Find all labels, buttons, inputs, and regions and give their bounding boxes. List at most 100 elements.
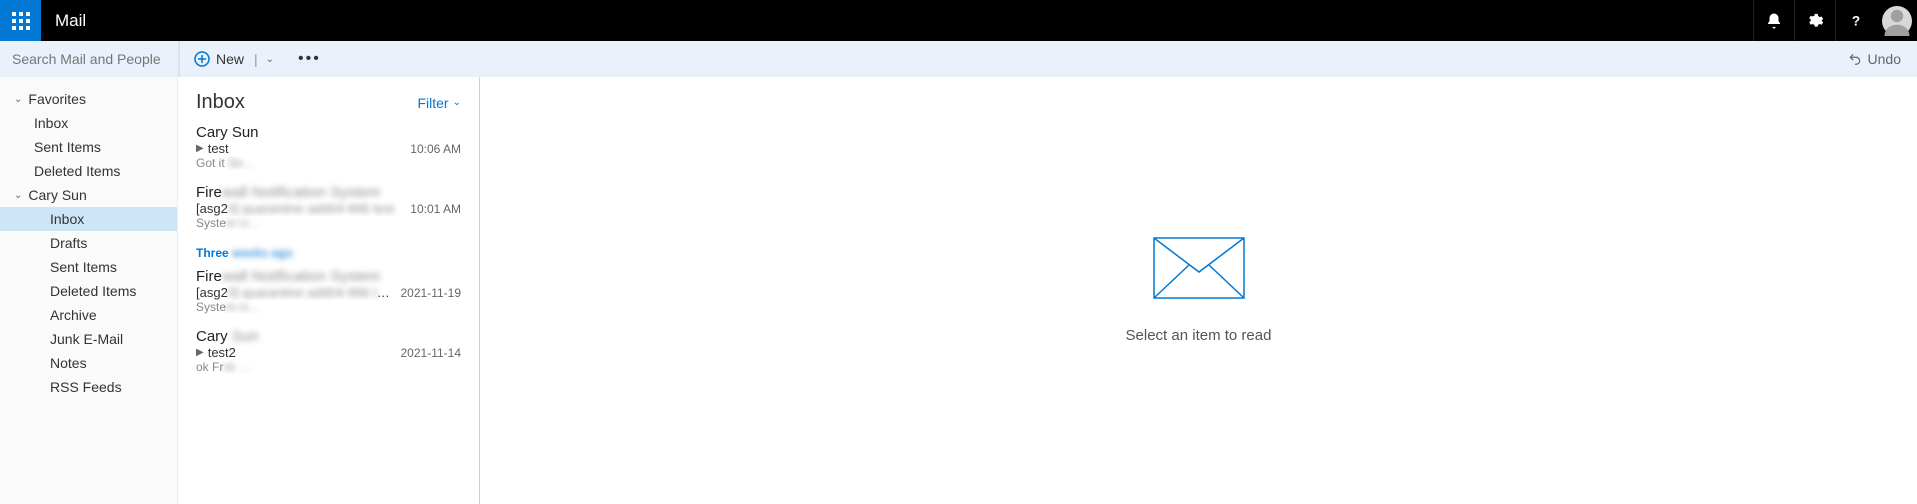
undo-icon <box>1848 52 1862 66</box>
message-item[interactable]: Cary Sun ▶ test 10:06 AM Got it Se… <box>178 118 479 178</box>
undo-button[interactable]: Undo <box>1848 51 1901 67</box>
nav-item-favorite[interactable]: Deleted Items <box>0 159 177 183</box>
message-list[interactable]: Cary Sun ▶ test 10:06 AM Got it Se… Fire… <box>178 114 479 504</box>
redacted-text: nt: … <box>223 360 252 374</box>
message-preview: Syste <box>196 300 226 314</box>
redacted-text: Se… <box>225 156 255 170</box>
nav-item-label: Sent Items <box>34 139 101 155</box>
app-title: Mail <box>55 11 86 31</box>
nav-item-label: Inbox <box>34 115 68 131</box>
message-from: Cary <box>196 328 228 345</box>
settings-button[interactable] <box>1794 0 1835 41</box>
app-launcher-button[interactable] <box>0 0 41 41</box>
nav-item-label: Inbox <box>50 211 84 227</box>
envelope-icon <box>1153 237 1245 299</box>
nav-item-label: RSS Feeds <box>50 379 122 395</box>
redacted-text: wall Notification System <box>222 184 380 201</box>
nav-item-favorite[interactable]: Inbox <box>0 111 177 135</box>
message-time: 10:01 AM <box>410 202 461 216</box>
chevron-down-icon: ⌄ <box>453 97 461 108</box>
account-button[interactable] <box>1876 0 1917 41</box>
message-time: 2021-11-14 <box>401 346 462 360</box>
bell-icon <box>1765 12 1783 30</box>
command-row: New | ⌄ ••• Undo <box>0 41 1917 77</box>
chevron-down-icon: ⌄ <box>14 190 22 201</box>
help-icon: ? <box>1847 12 1865 30</box>
main-area: ⌄ Favorites Inbox Sent Items Deleted Ite… <box>0 77 1917 504</box>
new-button[interactable]: New | ⌄ <box>194 51 274 67</box>
expand-icon[interactable]: ▶ <box>196 143 204 154</box>
message-item[interactable]: Firewall Notification System [asg20] qua… <box>178 262 479 322</box>
filter-button[interactable]: Filter ⌄ <box>417 95 461 111</box>
svg-text:?: ? <box>1852 13 1860 28</box>
message-item[interactable]: Cary Sun ▶ test2 2021-11-14 ok Frnt: … <box>178 322 479 382</box>
message-time: 10:06 AM <box>410 142 461 156</box>
notifications-button[interactable] <box>1753 0 1794 41</box>
nav-item-drafts[interactable]: Drafts <box>0 231 177 255</box>
nav-group-account[interactable]: ⌄ Cary Sun <box>0 183 177 207</box>
message-preview: ok Fr <box>196 360 223 374</box>
message-list-pane: Inbox Filter ⌄ Cary Sun ▶ test 10:06 AM … <box>178 77 480 504</box>
filter-label: Filter <box>417 95 448 111</box>
nav-item-deleted[interactable]: Deleted Items <box>0 279 177 303</box>
nav-item-junk[interactable]: Junk E-Mail <box>0 327 177 351</box>
message-subject: [asg2 <box>196 201 228 216</box>
avatar <box>1882 6 1912 36</box>
message-list-title: Inbox <box>196 91 417 114</box>
top-bar: Mail ? <box>0 0 1917 41</box>
redacted-text: m U… <box>226 300 260 314</box>
gear-icon <box>1806 12 1824 30</box>
nav-group-label: Cary Sun <box>28 187 86 203</box>
message-from: Cary Sun <box>196 124 259 141</box>
message-from: Fire <box>196 184 222 201</box>
search-cell <box>0 41 178 77</box>
new-dropdown-button[interactable]: ⌄ <box>266 54 274 65</box>
redacted-text: 0] quarantine add04-996 test <box>228 201 394 216</box>
nav-item-sent[interactable]: Sent Items <box>0 255 177 279</box>
nav-item-label: Notes <box>50 355 87 371</box>
nav-item-label: Sent Items <box>50 259 117 275</box>
date-separator: Three weeks ago <box>178 238 479 262</box>
nav-item-archive[interactable]: Archive <box>0 303 177 327</box>
folder-nav: ⌄ Favorites Inbox Sent Items Deleted Ite… <box>0 77 178 504</box>
undo-label: Undo <box>1868 51 1901 67</box>
nav-item-label: Junk E-Mail <box>50 331 123 347</box>
message-list-header: Inbox Filter ⌄ <box>178 77 479 114</box>
search-input[interactable] <box>12 51 193 67</box>
nav-group-favorites[interactable]: ⌄ Favorites <box>0 87 177 111</box>
nav-item-label: Deleted Items <box>34 163 120 179</box>
message-subject: test2 <box>208 345 393 360</box>
plus-circle-icon <box>194 51 210 67</box>
chevron-down-icon: ⌄ <box>14 94 22 105</box>
nav-item-label: Deleted Items <box>50 283 136 299</box>
nav-item-inbox[interactable]: Inbox <box>0 207 177 231</box>
message-time: 2021-11-19 <box>401 286 462 300</box>
help-button[interactable]: ? <box>1835 0 1876 41</box>
message-preview: Syste <box>196 216 226 230</box>
expand-icon[interactable]: ▶ <box>196 347 204 358</box>
person-icon <box>1882 6 1912 36</box>
redacted-text: wall Notification System <box>222 268 380 285</box>
redacted-text: Sun <box>228 328 259 345</box>
nav-item-rss[interactable]: RSS Feeds <box>0 375 177 399</box>
new-button-label: New <box>216 51 244 67</box>
message-subject: test <box>208 141 403 156</box>
command-bar: New | ⌄ ••• Undo <box>178 41 1917 77</box>
redacted-text: weeks ago <box>229 246 293 260</box>
waffle-icon <box>12 12 30 30</box>
nav-item-label: Archive <box>50 307 97 323</box>
nav-item-label: Drafts <box>50 235 87 251</box>
message-from: Fire <box>196 268 222 285</box>
message-subject: [asg2 <box>196 285 228 300</box>
reading-pane: Select an item to read <box>480 77 1917 504</box>
reading-empty-text: Select an item to read <box>1126 327 1272 344</box>
more-actions-button[interactable]: ••• <box>298 50 321 68</box>
redacted-text: m U… <box>226 216 260 230</box>
nav-item-favorite[interactable]: Sent Items <box>0 135 177 159</box>
message-item[interactable]: Firewall Notification System [asg20] qua… <box>178 178 479 238</box>
nav-group-label: Favorites <box>28 91 86 107</box>
separator: | <box>254 51 258 67</box>
nav-item-notes[interactable]: Notes <box>0 351 177 375</box>
date-separator-label: Three <box>196 246 229 260</box>
message-preview: Got it <box>196 156 225 170</box>
